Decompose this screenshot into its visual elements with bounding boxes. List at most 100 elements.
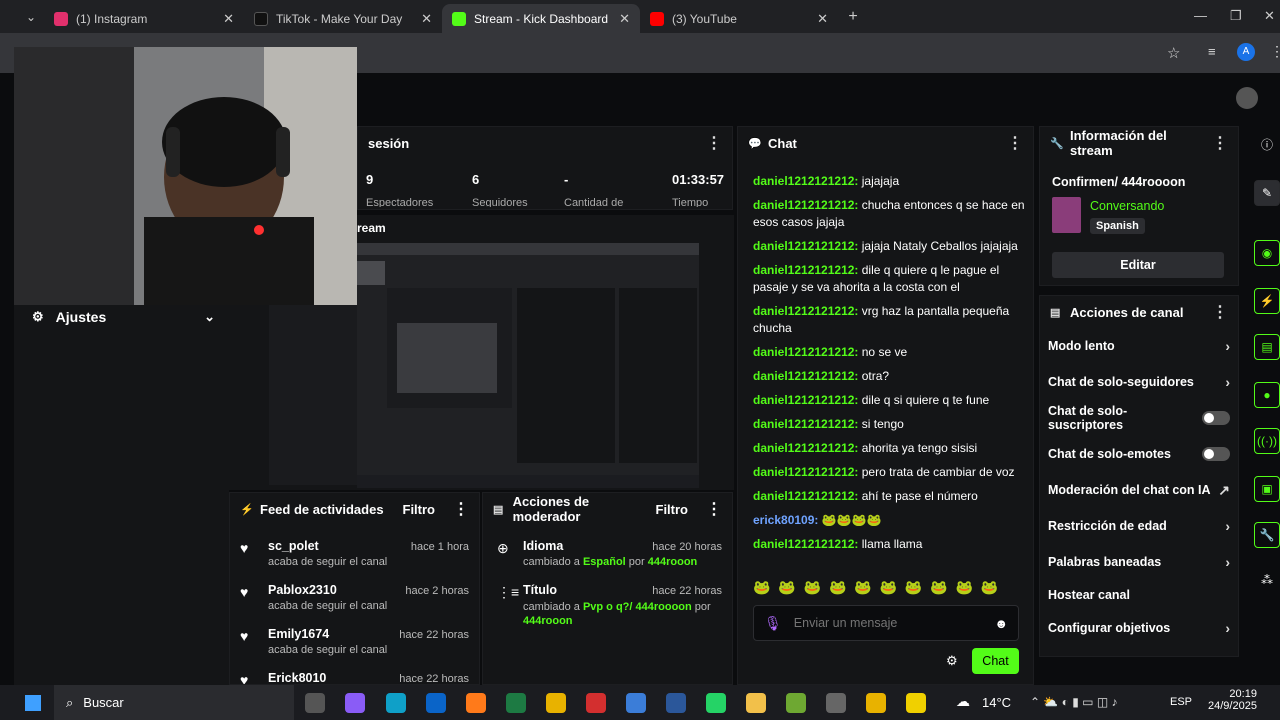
- chrome-icon[interactable]: [866, 693, 886, 713]
- file-explorer-icon[interactable]: [746, 693, 766, 713]
- panel-menu-icon[interactable]: ⋮: [706, 499, 722, 519]
- panel-menu-icon[interactable]: ⋮: [453, 499, 469, 519]
- whatsapp-icon[interactable]: [706, 693, 726, 713]
- broadcast-icon[interactable]: ((·)): [1254, 428, 1280, 454]
- edge-icon[interactable]: [386, 693, 406, 713]
- tray-icons[interactable]: ⌃ ⛅ ◐ ▮ ▭ ◫ ♪: [1030, 695, 1118, 709]
- chat-username[interactable]: daniel1212121212:: [753, 417, 858, 431]
- chat-input[interactable]: [793, 616, 984, 630]
- close-tab-icon[interactable]: ✕: [817, 11, 828, 27]
- chat-username[interactable]: daniel1212121212:: [753, 441, 858, 455]
- copilot-icon[interactable]: [345, 693, 365, 713]
- host-channel-row[interactable]: Hostear canal: [1040, 580, 1238, 610]
- emotes-only-toggle[interactable]: [1202, 447, 1230, 461]
- wps-icon[interactable]: [586, 693, 606, 713]
- bookmark-star-icon[interactable]: ☆: [1167, 44, 1180, 62]
- app-icon[interactable]: [786, 693, 806, 713]
- emote-bar[interactable]: 🐸 🐸 🐸 🐸 🐸 🐸 🐸 🐸 🐸 🐸: [753, 579, 1000, 596]
- emoji-icon[interactable]: ☻: [994, 616, 1008, 631]
- age-restriction-row[interactable]: Restricción de edad ›: [1040, 508, 1238, 544]
- chat-username[interactable]: daniel1212121212:: [753, 174, 858, 188]
- filter-button[interactable]: Filtro: [656, 502, 689, 517]
- app-icon[interactable]: [626, 693, 646, 713]
- chat-username[interactable]: erick80109:: [753, 513, 818, 527]
- chat-bubble-icon[interactable]: ●: [1254, 382, 1280, 408]
- close-tab-icon[interactable]: ✕: [619, 11, 630, 27]
- chat-username[interactable]: daniel1212121212:: [753, 537, 858, 551]
- outlook-icon[interactable]: [426, 693, 446, 713]
- chat-username[interactable]: daniel1212121212:: [753, 263, 858, 277]
- chat-username[interactable]: daniel1212121212:: [753, 198, 858, 212]
- mod-user[interactable]: 444rooon: [648, 556, 698, 568]
- windows-start-icon[interactable]: [25, 695, 41, 711]
- tab-search-icon[interactable]: ⌄: [22, 8, 40, 26]
- chat-text: dile q si quiere q te fune: [858, 393, 990, 407]
- document-icon[interactable]: ▤: [1254, 334, 1280, 360]
- tab-tiktok[interactable]: TikTok - Make Your Day ✕: [244, 4, 442, 33]
- temperature[interactable]: 14°C: [982, 695, 1011, 710]
- close-tab-icon[interactable]: ✕: [223, 11, 234, 27]
- close-window-icon[interactable]: ✕: [1264, 8, 1275, 24]
- profile-avatar[interactable]: A: [1237, 43, 1255, 61]
- panel-menu-icon[interactable]: ⋮: [1212, 302, 1228, 322]
- banned-words-row[interactable]: Palabras baneadas ›: [1040, 544, 1238, 580]
- stream-video[interactable]: [357, 243, 699, 488]
- task-view-icon[interactable]: [305, 693, 325, 713]
- media-control-icon[interactable]: ≡: [1208, 44, 1216, 59]
- word-icon[interactable]: [666, 693, 686, 713]
- settings-header[interactable]: ⚙ Ajustes ⌄: [14, 305, 229, 327]
- camera-icon[interactable]: ◉: [1254, 240, 1280, 266]
- apps-icon[interactable]: ⁂: [1254, 568, 1280, 594]
- ai-moderation-row[interactable]: Moderación del chat con IA ↗: [1040, 472, 1238, 508]
- tab-kick-dashboard[interactable]: Stream - Kick Dashboard ✕: [442, 4, 640, 33]
- panel-menu-icon[interactable]: ⋮: [706, 133, 722, 153]
- maximize-icon[interactable]: ❐: [1230, 8, 1242, 24]
- chat-username[interactable]: daniel1212121212:: [753, 393, 858, 407]
- obs-icon[interactable]: [826, 693, 846, 713]
- chat-settings-gear-icon[interactable]: ⚙: [946, 653, 958, 669]
- filter-button[interactable]: Filtro: [403, 502, 436, 517]
- info-icon[interactable]: ⓘ: [1254, 133, 1280, 159]
- external-link-icon: ↗: [1218, 481, 1230, 498]
- tab-title: (1) Instagram: [76, 11, 148, 26]
- excel-icon[interactable]: [506, 693, 526, 713]
- media-icon[interactable]: ▣: [1254, 476, 1280, 502]
- chat-input-box[interactable]: 🎙 ☻: [753, 605, 1019, 641]
- chat-username[interactable]: daniel1212121212:: [753, 239, 858, 253]
- tab-youtube[interactable]: (3) YouTube ✕: [640, 4, 838, 33]
- chat-text: ahí te pase el número: [858, 489, 978, 503]
- slow-mode-row[interactable]: Modo lento ›: [1040, 328, 1238, 364]
- firefox-icon[interactable]: [466, 693, 486, 713]
- chrome-icon[interactable]: [546, 693, 566, 713]
- edit-pencil-icon[interactable]: ✎: [1254, 180, 1280, 206]
- panel-menu-icon[interactable]: ⋮: [1212, 133, 1228, 153]
- taskbar-search-box[interactable]: ⌕ Buscar: [54, 685, 294, 720]
- subscribers-only-toggle[interactable]: [1202, 411, 1230, 425]
- search-icon: ⌕: [66, 694, 74, 710]
- microphone-icon[interactable]: 🎙: [764, 615, 782, 632]
- app-icon[interactable]: [906, 693, 926, 713]
- input-language[interactable]: ESP: [1170, 696, 1192, 708]
- clock[interactable]: 20:19 24/9/2025: [1208, 688, 1257, 712]
- chat-username[interactable]: daniel1212121212:: [753, 369, 858, 383]
- wrench-tool-icon[interactable]: 🔧: [1254, 522, 1280, 548]
- chat-username[interactable]: daniel1212121212:: [753, 345, 858, 359]
- edit-stream-button[interactable]: Editar: [1052, 252, 1224, 278]
- menu-dots-icon[interactable]: ⋮: [1270, 43, 1280, 60]
- mod-user[interactable]: 444rooon: [523, 615, 573, 627]
- stream-category[interactable]: Conversando: [1090, 199, 1164, 213]
- chevron-right-icon: ›: [1225, 374, 1230, 390]
- new-tab-icon[interactable]: +: [844, 8, 862, 26]
- lightning-tool-icon[interactable]: ⚡: [1254, 288, 1280, 314]
- panel-menu-icon[interactable]: ⋮: [1007, 133, 1023, 153]
- configure-goals-row[interactable]: Configurar objetivos ›: [1040, 610, 1238, 646]
- minimize-icon[interactable]: —: [1194, 8, 1207, 23]
- user-avatar[interactable]: [1236, 87, 1258, 109]
- tab-instagram[interactable]: (1) Instagram ✕: [44, 4, 244, 33]
- chat-username[interactable]: daniel1212121212:: [753, 304, 858, 318]
- chat-username[interactable]: daniel1212121212:: [753, 489, 858, 503]
- close-tab-icon[interactable]: ✕: [421, 11, 432, 27]
- followers-only-row[interactable]: Chat de solo-seguidores ›: [1040, 364, 1238, 400]
- send-chat-button[interactable]: Chat: [972, 648, 1019, 674]
- chat-username[interactable]: daniel1212121212:: [753, 465, 858, 479]
